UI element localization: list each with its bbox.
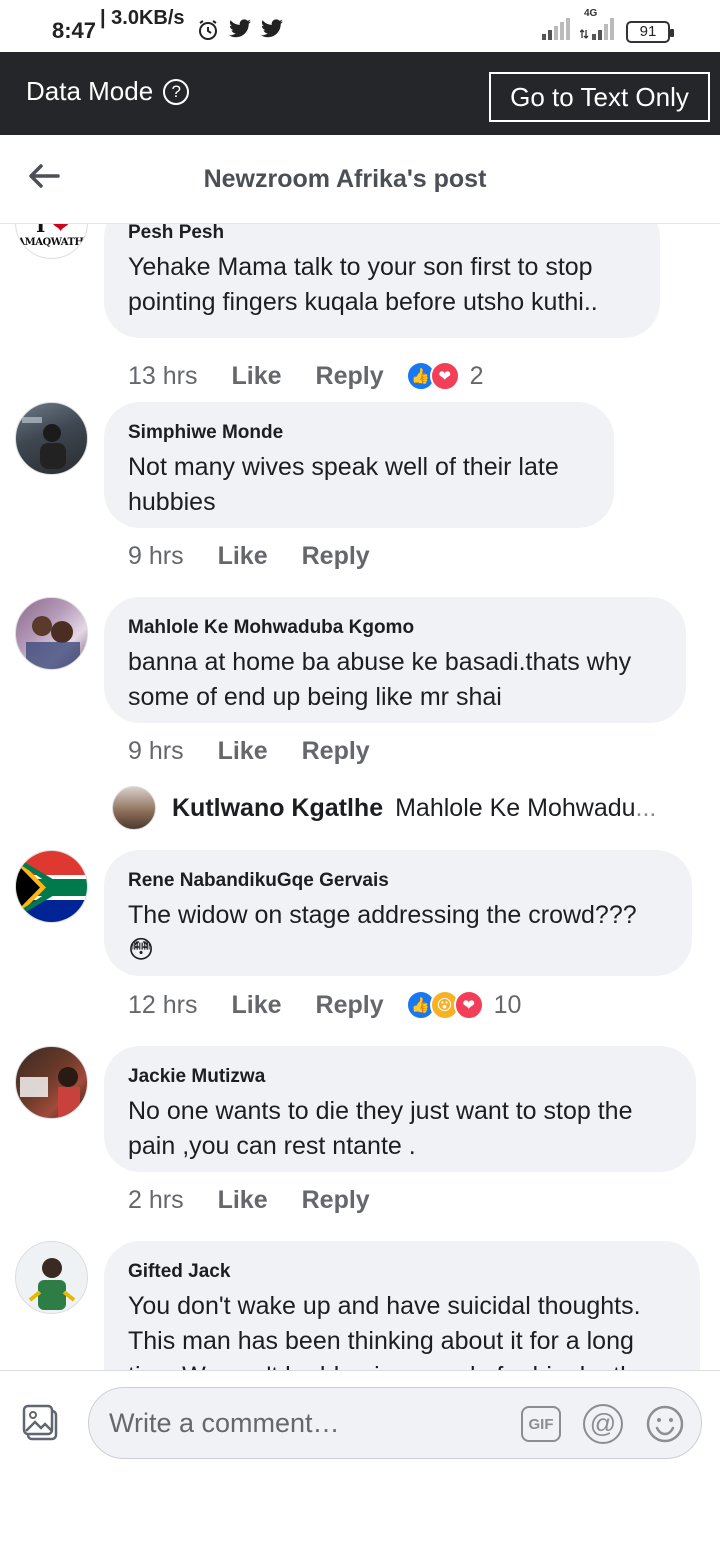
heart-icon: ❤ xyxy=(52,224,70,237)
reply-button[interactable]: Reply xyxy=(316,362,384,391)
avatar[interactable] xyxy=(15,402,88,475)
avatar[interactable]: I ❤ AMAQWATHI xyxy=(15,224,88,259)
comment-text: Yehake Mama talk to your son first to st… xyxy=(128,253,598,316)
comment-placeholder: Write a comment… xyxy=(109,1408,340,1438)
comment-list: I ❤ AMAQWATHI Pesh Pesh Yehake Mama talk… xyxy=(0,224,720,1370)
reaction-count: 2 xyxy=(469,361,484,390)
love-icon: ❤ xyxy=(453,990,484,1020)
comment-text: You don't wake up and have suicidal thou… xyxy=(128,1292,641,1370)
comment-input[interactable]: Write a comment… GIF @ xyxy=(88,1387,702,1459)
reply-button[interactable]: Reply xyxy=(302,542,370,571)
twitter-icon xyxy=(228,18,252,45)
comment-author[interactable]: Simphiwe Monde xyxy=(128,422,590,444)
comment-actions: 12 hrs Like Reply 👍 😮 ❤ 10 xyxy=(128,990,521,1020)
status-time: 8:47 xyxy=(52,18,97,43)
avatar[interactable] xyxy=(15,1046,88,1119)
comment-time[interactable]: 12 hrs xyxy=(128,991,197,1020)
reply-snippet: Mahlole Ke Mohwadu xyxy=(395,793,636,822)
comment-author[interactable]: Jackie Mutizwa xyxy=(128,1066,672,1088)
like-button[interactable]: Like xyxy=(218,542,268,571)
help-icon[interactable]: ? xyxy=(163,78,190,105)
comment-text: Not many wives speak well of their late … xyxy=(128,453,559,516)
like-button[interactable]: Like xyxy=(231,991,281,1020)
comment-text: No one wants to die they just want to st… xyxy=(128,1097,633,1160)
reply-button[interactable]: Reply xyxy=(302,1186,370,1215)
go-to-text-only-button[interactable]: Go to Text Only xyxy=(489,72,710,122)
comment-bubble[interactable]: Rene NabandikuGqe Gervais The widow on s… xyxy=(104,850,692,976)
data-mode-label[interactable]: Data Mode ? xyxy=(26,76,190,107)
battery-icon: 91 xyxy=(626,20,674,43)
signal-4g-icon: 4G xyxy=(579,8,616,45)
status-bar: 8:47 | 3.0KB/s 4G 91 xyxy=(0,0,720,52)
comment-actions: 2 hrs Like Reply xyxy=(128,1186,404,1215)
comment-author[interactable]: Mahlole Ke Mohwaduba Kgomo xyxy=(128,617,662,639)
mention-icon[interactable]: @ xyxy=(583,1404,623,1444)
emoji-icon[interactable] xyxy=(645,1404,685,1444)
comment-composer: Write a comment… GIF @ xyxy=(0,1370,720,1560)
page-title: Newzroom Afrika's post xyxy=(203,165,487,193)
comment-actions: 13 hrs Like Reply 👍 ❤ 2 xyxy=(128,361,484,391)
comment-bubble[interactable]: Mahlole Ke Mohwaduba Kgomo banna at home… xyxy=(104,597,686,723)
like-button[interactable]: Like xyxy=(218,1186,268,1215)
love-icon: ❤ xyxy=(429,361,460,391)
flushed-emoji: 😳 xyxy=(128,936,155,964)
comment-time[interactable]: 2 hrs xyxy=(128,1186,184,1215)
signal-icon xyxy=(542,18,570,45)
alarm-icon xyxy=(196,18,220,47)
comment-text: The widow on stage addressing the crowd?… xyxy=(128,898,668,968)
network-speed: | 3.0KB/s xyxy=(100,6,185,29)
status-icons-right: 4G 91 xyxy=(542,8,674,45)
photo-icon[interactable] xyxy=(22,1403,62,1443)
reactions-summary[interactable]: 👍 ❤ 2 xyxy=(405,361,484,391)
avatar-letter: I xyxy=(35,224,46,237)
reply-button[interactable]: Reply xyxy=(302,737,370,766)
comment-text-body: The widow on stage addressing the crowd?… xyxy=(128,901,637,929)
reply-author[interactable]: Kutlwano Kgatlhe xyxy=(172,794,383,823)
reply-button[interactable]: Reply xyxy=(316,991,384,1020)
comment-author[interactable]: Gifted Jack xyxy=(128,1261,676,1283)
comment-author[interactable]: Pesh Pesh xyxy=(128,224,636,244)
like-button[interactable]: Like xyxy=(231,362,281,391)
gif-icon[interactable]: GIF xyxy=(521,1406,561,1442)
twitter-icon xyxy=(260,18,284,45)
comment-bubble[interactable]: Jackie Mutizwa No one wants to die they … xyxy=(104,1046,696,1172)
comment-bubble[interactable]: Gifted Jack You don't wake up and have s… xyxy=(104,1241,700,1370)
avatar[interactable] xyxy=(15,850,88,923)
comment-time[interactable]: 13 hrs xyxy=(128,362,197,391)
like-button[interactable]: Like xyxy=(218,737,268,766)
reply-ellipsis: ... xyxy=(635,793,657,822)
comment-bubble[interactable]: Pesh Pesh Yehake Mama talk to your son f… xyxy=(104,224,660,338)
avatar[interactable] xyxy=(112,786,156,830)
reply-preview[interactable]: Kutlwano Kgatlhe Mahlole Ke Mohwadu... xyxy=(112,786,656,830)
data-mode-text: Data Mode xyxy=(26,76,154,106)
comment-time[interactable]: 9 hrs xyxy=(128,737,184,766)
comment-bubble[interactable]: Simphiwe Monde Not many wives speak well… xyxy=(104,402,614,528)
avatar[interactable] xyxy=(15,597,88,670)
reaction-count: 10 xyxy=(493,990,522,1019)
avatar[interactable] xyxy=(15,1241,88,1314)
south-africa-flag-icon xyxy=(16,851,87,922)
reactions-summary[interactable]: 👍 😮 ❤ 10 xyxy=(405,990,522,1020)
comment-actions: 9 hrs Like Reply xyxy=(128,737,404,766)
comment-text: banna at home ba abuse ke basadi.thats w… xyxy=(128,648,632,711)
comment-author[interactable]: Rene NabandikuGqe Gervais xyxy=(128,870,668,892)
comment-time[interactable]: 9 hrs xyxy=(128,542,184,571)
post-header: Newzroom Afrika's post xyxy=(0,135,720,224)
data-mode-bar: Data Mode ? Go to Text Only xyxy=(0,52,720,135)
avatar-caption: AMAQWATHI xyxy=(17,237,88,248)
comment-actions: 9 hrs Like Reply xyxy=(128,542,404,571)
network-type-label: 4G xyxy=(584,8,598,19)
